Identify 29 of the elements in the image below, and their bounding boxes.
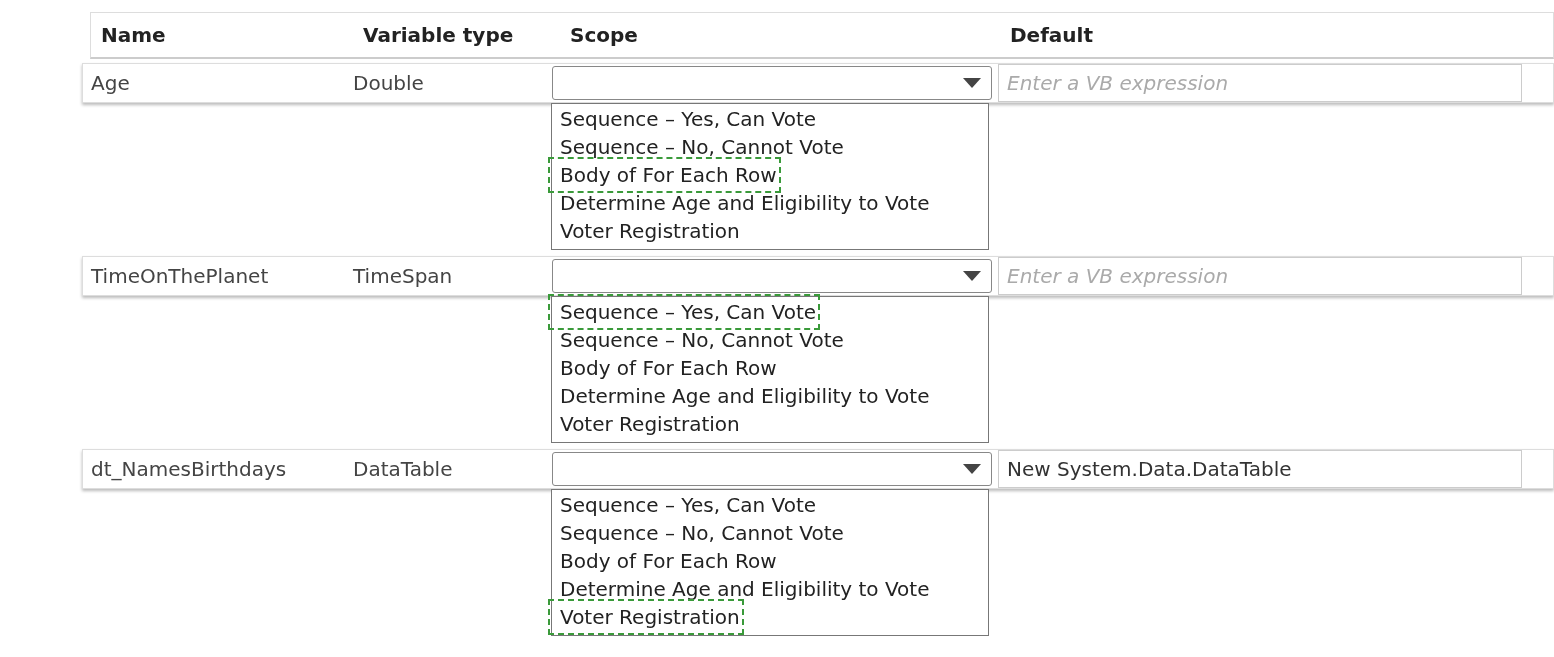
caret-icon	[963, 271, 981, 281]
variable-type: TimeSpan	[352, 264, 454, 288]
scope-option[interactable]: Sequence – No, Cannot Vote	[552, 326, 844, 354]
variable-name: Age	[90, 71, 131, 95]
variable-type: DataTable	[352, 457, 454, 481]
scope-option[interactable]: Sequence – Yes, Can Vote	[552, 105, 817, 133]
scope-option[interactable]: Voter Registration	[552, 217, 740, 245]
variable-name: TimeOnThePlanet	[90, 264, 270, 288]
scope-option[interactable]: Determine Age and Eligibility to Vote	[552, 575, 930, 603]
column-title: Default	[1009, 23, 1095, 47]
scope-option[interactable]: Determine Age and Eligibility to Vote	[552, 189, 930, 217]
scope-option[interactable]: Sequence – Yes, Can Vote	[552, 491, 817, 519]
scope-option[interactable]: Sequence – No, Cannot Vote	[552, 519, 844, 547]
scope-option[interactable]: Body of For Each Row	[552, 354, 777, 382]
scope-option[interactable]: Body of For Each Row	[552, 547, 777, 575]
scope-dropdown[interactable]	[552, 452, 992, 486]
variable-name: dt_NamesBirthdays	[90, 457, 288, 481]
caret-icon	[963, 78, 981, 88]
column-title: Name	[100, 23, 167, 47]
scope-option[interactable]: Voter Registration	[552, 410, 740, 438]
scope-option[interactable]: Determine Age and Eligibility to Vote	[552, 382, 930, 410]
column-title: Scope	[569, 23, 639, 47]
scope-dropdown[interactable]	[552, 66, 992, 100]
scope-dropdown[interactable]	[552, 259, 992, 293]
caret-icon	[963, 464, 981, 474]
variable-type: Double	[352, 71, 425, 95]
column-title: Variable type	[362, 23, 515, 47]
default-field[interactable]: New System.Data.DataTable	[998, 450, 1522, 488]
scope-option[interactable]: Sequence – No, Cannot Vote	[552, 133, 844, 161]
